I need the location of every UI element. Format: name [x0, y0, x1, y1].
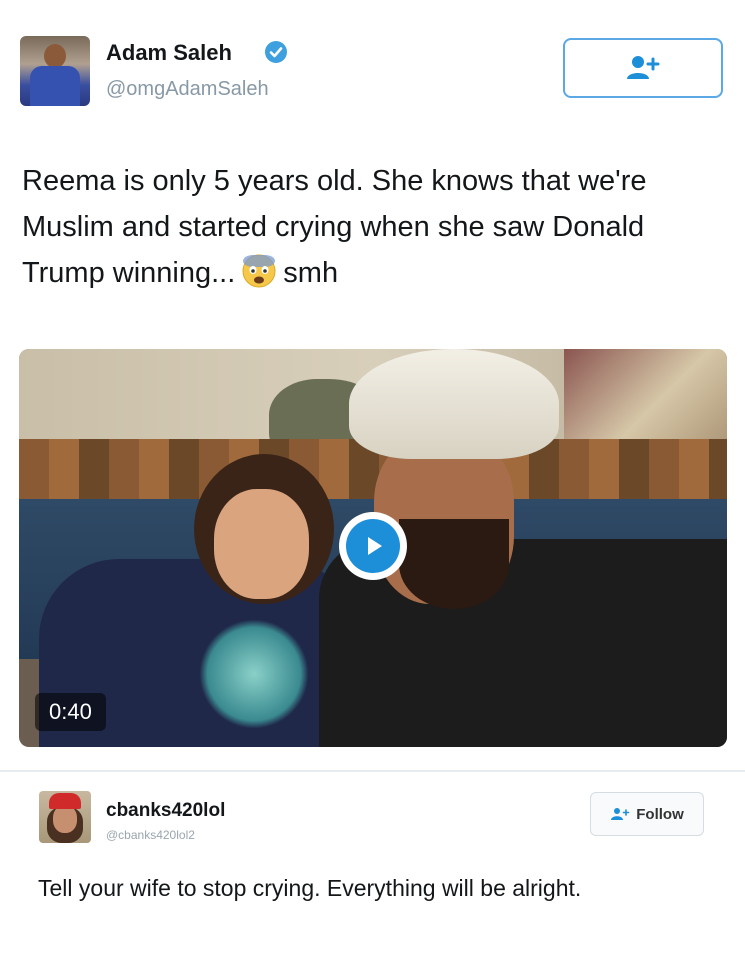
tweet-text: Reema is only 5 years old. She knows tha… — [22, 158, 722, 296]
verified-badge-icon — [265, 41, 287, 63]
author-name[interactable]: Adam Saleh — [106, 40, 232, 66]
reply-author-name[interactable]: cbanks420lol — [106, 800, 225, 822]
thumbnail-girl-face — [214, 489, 309, 599]
play-icon — [368, 537, 382, 555]
reply-follow-label: Follow — [636, 805, 684, 823]
fearful-face-emoji-icon — [242, 254, 276, 288]
divider — [0, 770, 745, 772]
avatar-head — [44, 44, 66, 68]
video-player[interactable]: 0:40 — [19, 349, 727, 747]
add-user-icon — [627, 56, 660, 79]
author-handle[interactable]: @omgAdamSaleh — [106, 78, 269, 101]
reply-author-handle[interactable]: @cbanks420lol2 — [106, 828, 195, 842]
thumbnail-man-beard — [399, 519, 509, 609]
follow-button[interactable] — [563, 38, 723, 98]
tweet-text-suffix: smh — [283, 257, 339, 289]
thumbnail-sparkle — [199, 619, 309, 729]
avatar-hat — [49, 793, 81, 809]
thumbnail-man-hair — [349, 349, 559, 459]
play-button-inner — [346, 519, 400, 573]
reply-follow-button[interactable]: Follow — [590, 792, 704, 836]
reply-author-avatar[interactable] — [39, 791, 91, 843]
avatar-body — [30, 66, 80, 106]
add-user-icon — [611, 808, 630, 820]
main-tweet: Adam Saleh @omgAdamSaleh Reema is only 5… — [0, 0, 745, 770]
author-avatar[interactable] — [20, 36, 90, 106]
reply-text: Tell your wife to stop crying. Everythin… — [38, 875, 582, 901]
video-duration: 0:40 — [35, 693, 106, 731]
play-button[interactable] — [339, 512, 407, 580]
avatar-face — [53, 805, 77, 833]
